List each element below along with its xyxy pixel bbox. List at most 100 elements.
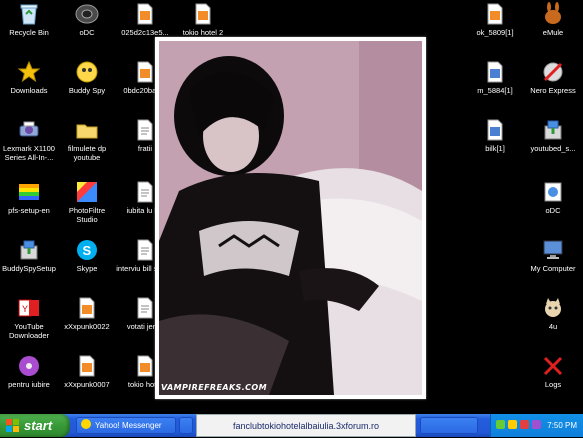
- installer-icon: [541, 118, 565, 142]
- desktop-icon-logs[interactable]: Logs: [524, 354, 582, 389]
- star-folder-icon: [17, 60, 41, 84]
- tray-network-icon[interactable]: [496, 420, 505, 429]
- image-file-icon: [483, 118, 507, 142]
- icon-label: filmulete dp youtube: [67, 144, 107, 162]
- desktop-icon-025d2c13e5[interactable]: 025d2c13e5...: [116, 2, 174, 37]
- icon-label: eMule: [542, 28, 564, 37]
- image-file-icon: [133, 2, 157, 26]
- desktop-icon-odc-2[interactable]: oDC: [524, 180, 582, 215]
- tray-app-icon[interactable]: [532, 420, 541, 429]
- printer-icon: [17, 118, 41, 142]
- icon-label: Logs: [544, 380, 562, 389]
- image-file-icon: [191, 2, 215, 26]
- desktop-icon-xxxpunk0007[interactable]: xXxpunk0007: [58, 354, 116, 389]
- desktop-icon-youtubed[interactable]: youtubed_s...: [524, 118, 582, 153]
- desktop-icon-pentru-iubire[interactable]: pentru iubire: [0, 354, 58, 389]
- odc-disc-icon: [75, 2, 99, 26]
- odc-disc-icon: [541, 180, 565, 204]
- desktop-icon-photofiltre[interactable]: PhotoFiltre Studio: [58, 180, 116, 224]
- text-file-icon: [133, 238, 157, 262]
- forum-ticker[interactable]: fanclubtokiohotelalbaiulia.3xforum.ro: [196, 414, 416, 437]
- yahoo-messenger-icon: [81, 419, 91, 429]
- image-file-icon: [483, 2, 507, 26]
- icon-label: xXxpunk0022: [64, 322, 110, 331]
- desktop-icon-downloads[interactable]: Downloads: [0, 60, 58, 95]
- my-computer-icon: [541, 238, 565, 262]
- icon-label: oDC: [79, 28, 95, 37]
- desktop-icon-filmulete[interactable]: filmulete dp youtube: [58, 118, 116, 162]
- desktop: Recycle Bin Downloads Lexmark X1100 Seri…: [0, 0, 583, 414]
- tray-antivirus-icon[interactable]: [520, 420, 529, 429]
- icon-label: 025d2c13e5...: [121, 28, 169, 37]
- desktop-icon-buddy-spy[interactable]: Buddy Spy: [58, 60, 116, 95]
- image-file-icon: [133, 354, 157, 378]
- icon-label: YouTube Downloader: [8, 322, 50, 340]
- task-button-hidden[interactable]: [179, 417, 193, 434]
- skype-icon: S: [75, 238, 99, 262]
- desktop-icon-buddyspysetup[interactable]: BuddySpySetup: [0, 238, 58, 273]
- desktop-icon-nero[interactable]: Nero Express: [524, 60, 582, 95]
- svg-text:Y: Y: [22, 304, 28, 314]
- youtube-downloader-icon: Y: [17, 296, 41, 320]
- icon-label: Nero Express: [530, 86, 576, 95]
- desktop-icon-m5884[interactable]: m_5884[1]: [466, 60, 524, 95]
- icon-label: pfs-setup-en: [8, 206, 50, 215]
- installer-icon: [17, 238, 41, 262]
- icon-label: bilk[1]: [485, 144, 505, 153]
- icon-label: Downloads: [10, 86, 48, 95]
- desktop-icon-emule[interactable]: eMule: [524, 2, 582, 37]
- tray-messenger-icon[interactable]: [508, 420, 517, 429]
- icon-label: Skype: [76, 264, 98, 273]
- image-file-icon: [483, 60, 507, 84]
- photo-illustration: [159, 41, 422, 395]
- start-button[interactable]: start: [0, 414, 70, 437]
- desktop-icon-my-computer[interactable]: My Computer: [524, 238, 582, 273]
- icon-label: BuddySpySetup: [2, 264, 56, 273]
- desktop-icon-lexmark[interactable]: Lexmark X1100 Series All-In-...: [0, 118, 58, 162]
- logs-x-icon: [541, 354, 565, 378]
- task-yahoo-messenger[interactable]: Yahoo! Messenger: [76, 417, 176, 434]
- cat-icon: [541, 296, 565, 320]
- desktop-icon-skype[interactable]: S Skype: [58, 238, 116, 273]
- desktop-icon-bilk[interactable]: bilk[1]: [466, 118, 524, 153]
- image-file-icon: [133, 60, 157, 84]
- icon-label: tokio hotel 2: [182, 28, 224, 37]
- icon-label: youtubed_s...: [530, 144, 576, 153]
- icon-label: My Computer: [530, 264, 576, 273]
- icon-label: pentru iubire: [8, 380, 50, 389]
- task-label: Yahoo! Messenger: [95, 421, 162, 430]
- icon-label: ok_5809[1]: [476, 28, 514, 37]
- desktop-icon-pfs-setup[interactable]: pfs-setup-en: [0, 180, 58, 215]
- windows-logo-icon: [6, 419, 19, 432]
- clock[interactable]: 7:50 PM: [547, 421, 577, 430]
- taskbar: start Yahoo! Messenger fanclubtokiohotel…: [0, 414, 583, 437]
- desktop-icon-odc[interactable]: oDC: [58, 2, 116, 37]
- desktop-icon-youtube-downloader[interactable]: Y YouTube Downloader: [0, 296, 58, 340]
- folder-icon: [75, 118, 99, 142]
- image-file-icon: [75, 354, 99, 378]
- icon-label: Buddy Spy: [68, 86, 106, 95]
- desktop-icon-xxxpunk0022[interactable]: xXxpunk0022: [58, 296, 116, 331]
- icon-label: Recycle Bin: [9, 28, 49, 37]
- emule-icon: [541, 2, 565, 26]
- icon-label: xXxpunk0007: [64, 380, 110, 389]
- photo-watermark: VAMPIREFREAKS.COM: [161, 383, 267, 392]
- music-disc-icon: [17, 354, 41, 378]
- wallpaper-photo: VAMPIREFREAKS.COM: [159, 41, 422, 395]
- desktop-icon-4u[interactable]: 4u: [524, 296, 582, 331]
- desktop-icon-recycle-bin[interactable]: Recycle Bin: [0, 2, 58, 37]
- system-tray: 7:50 PM: [490, 414, 583, 437]
- setup-icon: [17, 180, 41, 204]
- photofiltre-icon: [75, 180, 99, 204]
- desktop-icon-tokio-hotel-2[interactable]: tokio hotel 2: [174, 2, 232, 37]
- text-file-icon: [133, 180, 157, 204]
- start-label: start: [24, 418, 53, 433]
- text-file-icon: [133, 296, 157, 320]
- icon-label: Lexmark X1100 Series All-In-...: [3, 144, 55, 162]
- svg-text:S: S: [83, 243, 92, 258]
- wallpaper-photo-frame: VAMPIREFREAKS.COM: [155, 37, 426, 399]
- icon-label: PhotoFiltre Studio: [68, 206, 106, 224]
- task-button-extra[interactable]: [420, 417, 478, 434]
- icon-label: 4u: [548, 322, 558, 331]
- desktop-icon-ok5809[interactable]: ok_5809[1]: [466, 2, 524, 37]
